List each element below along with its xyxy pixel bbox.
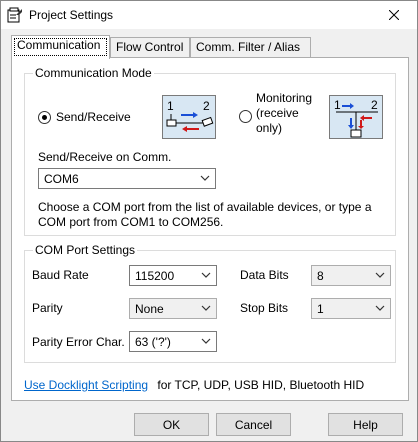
monitor-diagram-number-2: 2: [371, 98, 378, 112]
help-line-1: Choose a COM port from the list of avail…: [38, 200, 372, 214]
baud-rate-value: 115200: [135, 268, 175, 283]
chevron-down-icon[interactable]: [200, 172, 210, 184]
chevron-down-icon[interactable]: [375, 302, 385, 314]
stop-bits-combobox[interactable]: 1: [311, 298, 391, 319]
close-button[interactable]: [371, 1, 417, 29]
data-bits-label: Data Bits: [240, 268, 289, 282]
send-receive-on-label: Send/Receive on Comm.: [38, 150, 172, 164]
diagram-number-2: 2: [203, 99, 210, 113]
baud-rate-label: Baud Rate: [32, 268, 89, 282]
send-receive-radio-indicator[interactable]: [38, 110, 51, 124]
monitoring-label-line2: (receive: [256, 106, 299, 120]
send-receive-radio[interactable]: Send/Receive: [38, 110, 131, 124]
data-bits-value: 8: [317, 268, 324, 283]
chevron-down-icon[interactable]: [201, 335, 211, 347]
com-port-value: COM6: [44, 171, 79, 186]
communication-mode-group: Communication Mode Send/Receive 1 2 Moni…: [24, 66, 396, 236]
parity-error-char-label: Parity Error Char.: [32, 335, 125, 349]
data-bits-combobox[interactable]: 8: [311, 265, 391, 286]
app-icon: [7, 7, 22, 23]
help-button[interactable]: Help: [328, 413, 403, 436]
docklight-scripting-line: Use Docklight Scripting for TCP, UDP, US…: [24, 378, 364, 392]
com-port-combobox[interactable]: COM6: [38, 168, 216, 189]
monitoring-radio[interactable]: [239, 110, 257, 123]
stop-bits-label: Stop Bits: [240, 301, 289, 315]
parity-label: Parity: [32, 301, 63, 315]
send-receive-label: Send/Receive: [56, 110, 131, 124]
com-port-settings-group: COM Port Settings Baud Rate 115200 Data …: [24, 243, 396, 363]
monitor-diagram-number-1: 1: [334, 98, 341, 112]
window-title: Project Settings: [29, 8, 114, 22]
diagram-number-1: 1: [167, 99, 174, 113]
close-icon: [389, 10, 399, 20]
parity-value: None: [135, 301, 164, 316]
chevron-down-icon[interactable]: [375, 269, 385, 281]
chevron-down-icon[interactable]: [201, 302, 211, 314]
help-line-2: COM port from COM1 to COM256.: [38, 215, 224, 229]
parity-error-char-value: 63 ('?'): [135, 334, 171, 349]
tab-communication[interactable]: Communication: [11, 35, 110, 59]
monitoring-radio-indicator[interactable]: [239, 110, 252, 123]
cancel-button[interactable]: Cancel: [216, 413, 291, 436]
monitoring-label-line3: only): [256, 121, 283, 135]
stop-bits-value: 1: [317, 301, 324, 316]
com-port-settings-legend: COM Port Settings: [33, 243, 138, 257]
ok-button[interactable]: OK: [134, 413, 209, 436]
parity-error-char-combobox[interactable]: 63 ('?'): [129, 331, 217, 352]
monitoring-diagram-icon: 1 2: [329, 95, 383, 139]
project-settings-window: Project Settings Communication Flow Cont…: [0, 0, 418, 442]
parity-combobox[interactable]: None: [129, 298, 217, 319]
docklight-scripting-link[interactable]: Use Docklight Scripting: [24, 378, 148, 392]
chevron-down-icon[interactable]: [201, 269, 211, 281]
communication-mode-legend: Communication Mode: [33, 66, 154, 80]
tab-flow-control[interactable]: Flow Control: [110, 37, 190, 58]
monitoring-label-line1: Monitoring: [256, 91, 313, 105]
tab-comm-filter-alias[interactable]: Comm. Filter / Alias: [190, 37, 311, 58]
monitoring-label: Monitoring (receive only): [256, 91, 312, 136]
com-port-help-text: Choose a COM port from the list of avail…: [38, 200, 372, 230]
send-receive-diagram-icon: 1 2: [162, 95, 216, 139]
communication-panel: Communication Mode Send/Receive 1 2 Moni…: [11, 57, 409, 401]
title-bar: Project Settings: [1, 1, 417, 29]
baud-rate-combobox[interactable]: 115200: [129, 265, 217, 286]
docklight-scripting-suffix: for TCP, UDP, USB HID, Bluetooth HID: [157, 378, 365, 392]
